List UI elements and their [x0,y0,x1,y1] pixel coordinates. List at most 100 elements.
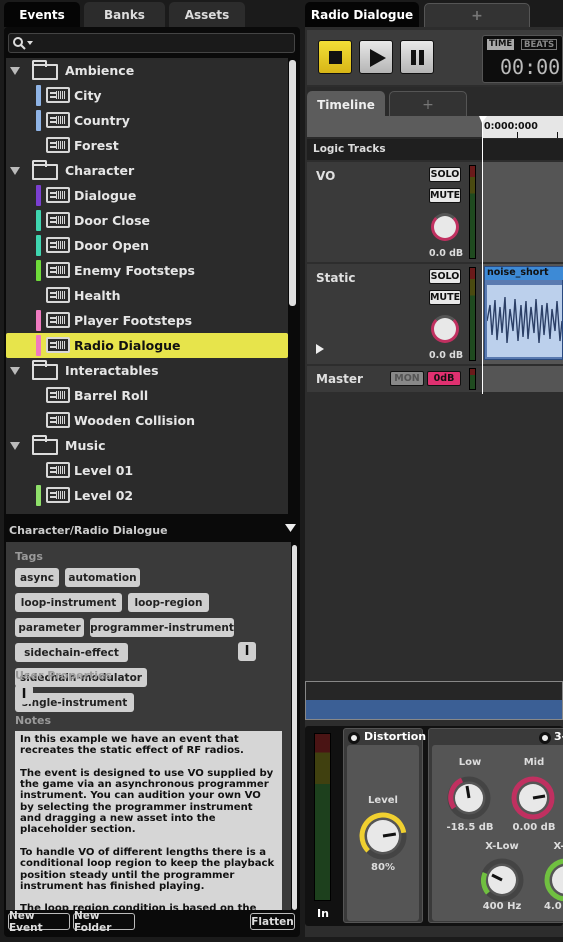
beats-mode-button[interactable]: BEATS [521,39,558,50]
track-master[interactable]: Master MON 0dB [307,366,482,392]
eq-mid-knob[interactable] [510,775,556,821]
event-icon [46,387,70,403]
static-track-area[interactable]: noise_short [482,264,563,364]
collapse-triangle-icon[interactable] [285,524,296,533]
expand-triangle-icon[interactable] [10,367,20,375]
search-input[interactable] [8,33,295,53]
distortion-level-knob[interactable] [358,811,408,861]
event-color-tag [36,310,41,331]
pause-button[interactable] [400,40,434,74]
tree-item-label: Ambience [65,63,135,78]
bypass-icon[interactable] [539,732,551,744]
folder-icon [32,435,58,455]
tree-scrollbar[interactable] [289,60,296,306]
tag-chip[interactable]: parameter [15,618,84,637]
event-color-tag [36,185,41,206]
tag-chip[interactable]: automation [65,568,140,587]
region-label: noise_short [485,267,563,280]
event-item[interactable]: Wooden Collision [6,408,288,433]
eq-effect[interactable]: 3- Low -18.5 dB Mid 0.00 dB X-Low 400 Hz… [428,728,563,923]
knob-value: 4.0 [544,901,562,912]
expand-triangle-icon[interactable] [10,67,20,75]
tab-banks[interactable]: Banks [84,2,165,27]
tree-item-label: Country [74,113,130,128]
tab-assets[interactable]: Assets [169,2,245,27]
folder-item[interactable]: Ambience [6,58,288,83]
event-icon [46,187,70,203]
event-icon [46,212,70,228]
properties-scrollbar[interactable] [292,545,297,910]
expand-triangle-icon[interactable] [10,167,20,175]
eq-xlow-knob[interactable] [479,857,525,903]
tag-chip[interactable]: programmer-instrument [90,618,234,637]
distortion-effect[interactable]: Distortion Level 80% [343,728,426,923]
stop-button[interactable] [318,40,352,74]
tag-chip[interactable]: async [15,568,59,587]
tree-item-label: Character [65,163,135,178]
event-item[interactable]: City [6,83,288,108]
event-item[interactable]: Forest [6,133,288,158]
event-item[interactable]: Player Footsteps [6,308,288,333]
solo-button[interactable]: SOLO [429,269,461,284]
play-icon [370,49,386,67]
flatten-button[interactable]: Flatten [250,913,295,930]
tag-chip[interactable]: loop-instrument [15,593,122,612]
audio-region[interactable]: noise_short [484,266,563,360]
tag-chip[interactable]: sidechain-effect [15,643,128,662]
level-meter [469,267,476,361]
folder-item[interactable]: Interactables [6,358,288,383]
tab-events[interactable]: Events [4,2,80,27]
event-color-tag [36,260,41,281]
eq-low-knob[interactable] [446,775,492,821]
add-user-property-icon[interactable]: I [15,685,33,704]
track-name: Master [316,372,363,386]
event-item[interactable]: Door Open [6,233,288,258]
track-static[interactable]: Static SOLO MUTE 0.0 dB [307,264,482,364]
event-item[interactable]: Country [6,108,288,133]
tab-timeline[interactable]: Timeline [307,91,385,118]
mute-button[interactable]: MUTE [429,290,461,305]
folder-item[interactable]: Music [6,433,288,458]
timeline-ruler[interactable]: 0:000:000 [482,116,563,138]
add-tag-icon[interactable]: I [238,642,256,661]
track-vo[interactable]: VO SOLO MUTE 0.0 dB [307,162,482,262]
bypass-icon[interactable] [348,732,360,744]
time-mode-button[interactable]: TIME [487,39,515,50]
folder-item[interactable]: Character [6,158,288,183]
mute-button[interactable]: MUTE [429,188,461,203]
master-volume[interactable]: 0dB [427,371,461,386]
playhead[interactable] [482,116,483,394]
event-item[interactable]: Dialogue [6,183,288,208]
event-item[interactable]: Door Close [6,208,288,233]
event-icon [46,337,70,353]
volume-knob[interactable] [431,315,459,343]
add-sheet-button[interactable]: + [389,91,467,118]
event-item[interactable]: Health [6,283,288,308]
event-item[interactable]: Level 02 [6,483,288,508]
event-item[interactable]: Level 01 [6,458,288,483]
monitor-button[interactable]: MON [390,371,424,386]
notes-text[interactable]: In this example we have an event that re… [15,731,282,910]
track-name: VO [316,169,336,183]
event-item[interactable]: Barrel Roll [6,383,288,408]
expand-triangle-icon[interactable] [10,442,20,450]
vo-track-area[interactable] [482,162,563,262]
event-color-tag [36,485,41,506]
solo-button[interactable]: SOLO [429,167,461,182]
tab-radio-dialogue[interactable]: Radio Dialogue [305,2,419,27]
event-item[interactable]: Radio Dialogue [6,333,288,358]
new-folder-button[interactable]: New Folder [73,910,135,934]
new-event-button[interactable]: New Event [8,910,70,934]
play-button[interactable] [359,40,393,74]
add-event-tab-button[interactable]: + [424,3,530,28]
timeline-overview[interactable] [305,681,563,720]
eq-xhigh-knob[interactable] [543,857,563,903]
tree-item-label: Barrel Roll [74,388,149,403]
event-icon [46,462,70,478]
event-item[interactable]: Enemy Footsteps [6,258,288,283]
event-color-tag [36,235,41,256]
tag-chip[interactable]: loop-region [128,593,209,612]
expand-arrow-icon[interactable] [316,344,324,354]
volume-knob[interactable] [431,213,459,241]
tree-item-label: Health [74,288,121,303]
